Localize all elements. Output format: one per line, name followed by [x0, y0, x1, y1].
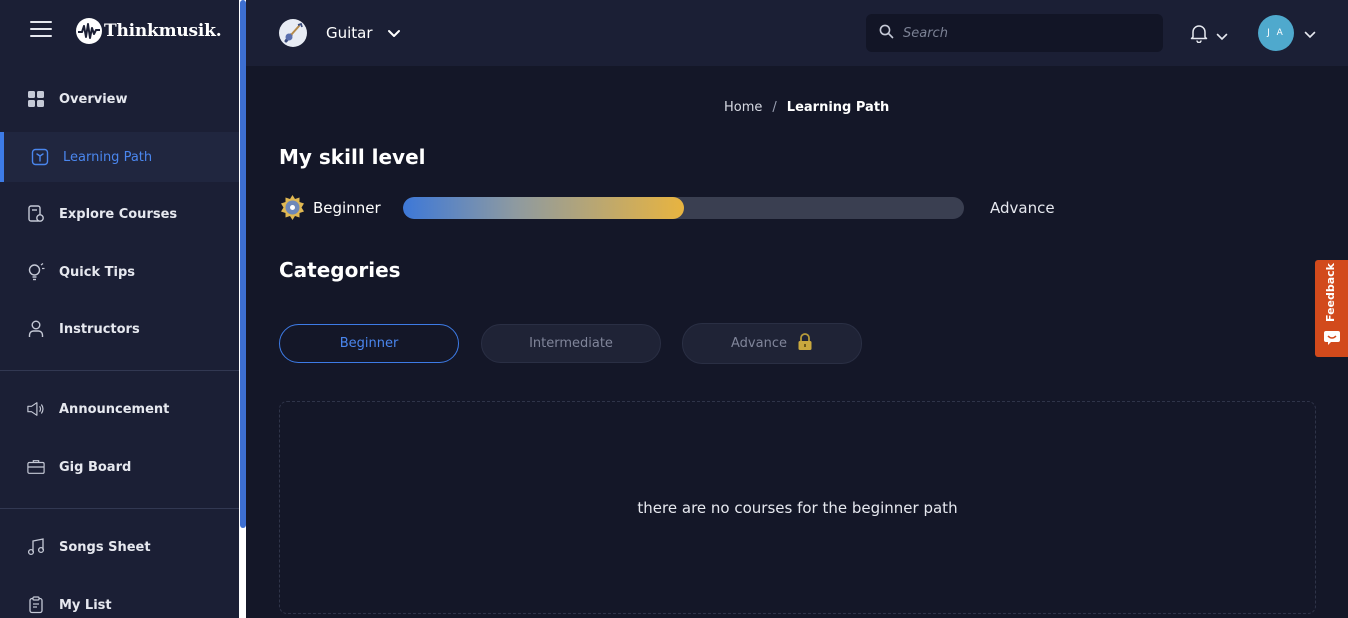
skill-level-row: Beginner Advance [279, 194, 1079, 222]
notifications-button[interactable] [1190, 23, 1228, 47]
instrument-selector[interactable]: Guitar [279, 19, 401, 47]
skill-progress-bar [403, 197, 964, 219]
sidebar-divider [0, 508, 239, 509]
sidebar-item-label: Instructors [59, 321, 140, 337]
user-menu[interactable]: J A [1258, 15, 1316, 51]
sidebar-item-label: My List [59, 597, 112, 613]
clipboard-icon [27, 596, 45, 614]
sidebar-item-announcement[interactable]: Announcement [0, 384, 239, 434]
sidebar-item-explore-courses[interactable]: Explore Courses [0, 189, 239, 239]
briefcase-icon [27, 458, 45, 476]
avatar: J A [1258, 15, 1294, 51]
megaphone-icon [27, 400, 45, 418]
learning-path-icon [31, 148, 49, 166]
sidebar-scrollbar-thumb[interactable] [240, 0, 246, 528]
instrument-name: Guitar [326, 24, 373, 42]
top-bar: Guitar J A [246, 0, 1348, 66]
search-box[interactable] [866, 14, 1163, 52]
grid-icon [27, 90, 45, 108]
sidebar-item-songs-sheet[interactable]: Songs Sheet [0, 522, 239, 572]
tab-label: Beginner [339, 336, 399, 351]
tab-advance[interactable]: Advance [682, 323, 862, 364]
badge-icon [281, 195, 304, 220]
breadcrumb-current: Learning Path [786, 100, 890, 115]
sidebar-item-learning-path[interactable]: Learning Path [0, 132, 239, 182]
logo-row: Thinkmusik. [0, 0, 239, 64]
feedback-button[interactable]: Feedback [1315, 260, 1348, 357]
tab-intermediate[interactable]: Intermediate [481, 324, 661, 363]
breadcrumb: Home / Learning Path [724, 100, 889, 115]
courses-icon [27, 205, 45, 223]
sidebar-item-label: Announcement [59, 401, 170, 417]
search-input[interactable] [903, 25, 1143, 41]
guitar-icon [279, 19, 307, 47]
chat-icon [1324, 331, 1340, 345]
tab-label: Advance [731, 336, 787, 351]
breadcrumb-home-link[interactable]: Home [724, 100, 762, 115]
user-icon [27, 320, 45, 338]
sidebar-item-label: Songs Sheet [59, 539, 151, 555]
tab-beginner[interactable]: Beginner [279, 324, 459, 363]
lock-icon [797, 332, 813, 355]
sidebar-item-label: Learning Path [63, 149, 153, 165]
sidebar: Thinkmusik. Overview Learning Path Explo… [0, 0, 239, 618]
sidebar-item-instructors[interactable]: Instructors [0, 304, 239, 354]
sidebar-item-label: Quick Tips [59, 264, 136, 280]
empty-message: there are no courses for the beginner pa… [637, 498, 958, 517]
breadcrumb-separator: / [772, 100, 777, 115]
hamburger-menu-icon[interactable] [30, 21, 52, 39]
brand-name: Thinkmusik. [104, 21, 222, 41]
skill-progress-fill [403, 197, 684, 219]
chevron-down-icon [1304, 24, 1316, 43]
sidebar-divider [0, 370, 239, 371]
tab-label: Intermediate [529, 336, 613, 351]
chevron-down-icon [387, 24, 401, 43]
lightbulb-icon [27, 263, 45, 281]
sidebar-item-my-list[interactable]: My List [0, 580, 239, 618]
feedback-label: Feedback [1324, 263, 1337, 322]
courses-empty-state: there are no courses for the beginner pa… [279, 401, 1316, 614]
sidebar-item-gig-board[interactable]: Gig Board [0, 442, 239, 492]
brand-logo[interactable]: Thinkmusik. [74, 16, 222, 46]
music-note-icon [27, 538, 45, 556]
skill-level-start-label: Beginner [313, 199, 381, 217]
logo-mark-icon [76, 18, 102, 44]
sidebar-scrollbar[interactable] [239, 0, 246, 618]
categories-heading: Categories [279, 258, 401, 282]
sidebar-item-label: Overview [59, 91, 128, 107]
bell-icon [1190, 23, 1208, 47]
sidebar-item-quick-tips[interactable]: Quick Tips [0, 247, 239, 297]
sidebar-item-label: Gig Board [59, 459, 132, 475]
search-icon [879, 24, 894, 43]
sidebar-item-overview[interactable]: Overview [0, 74, 239, 124]
skill-level-heading: My skill level [279, 145, 426, 169]
skill-level-end-label: Advance [990, 199, 1055, 217]
chevron-down-icon [1216, 26, 1228, 45]
sidebar-item-label: Explore Courses [59, 206, 178, 222]
